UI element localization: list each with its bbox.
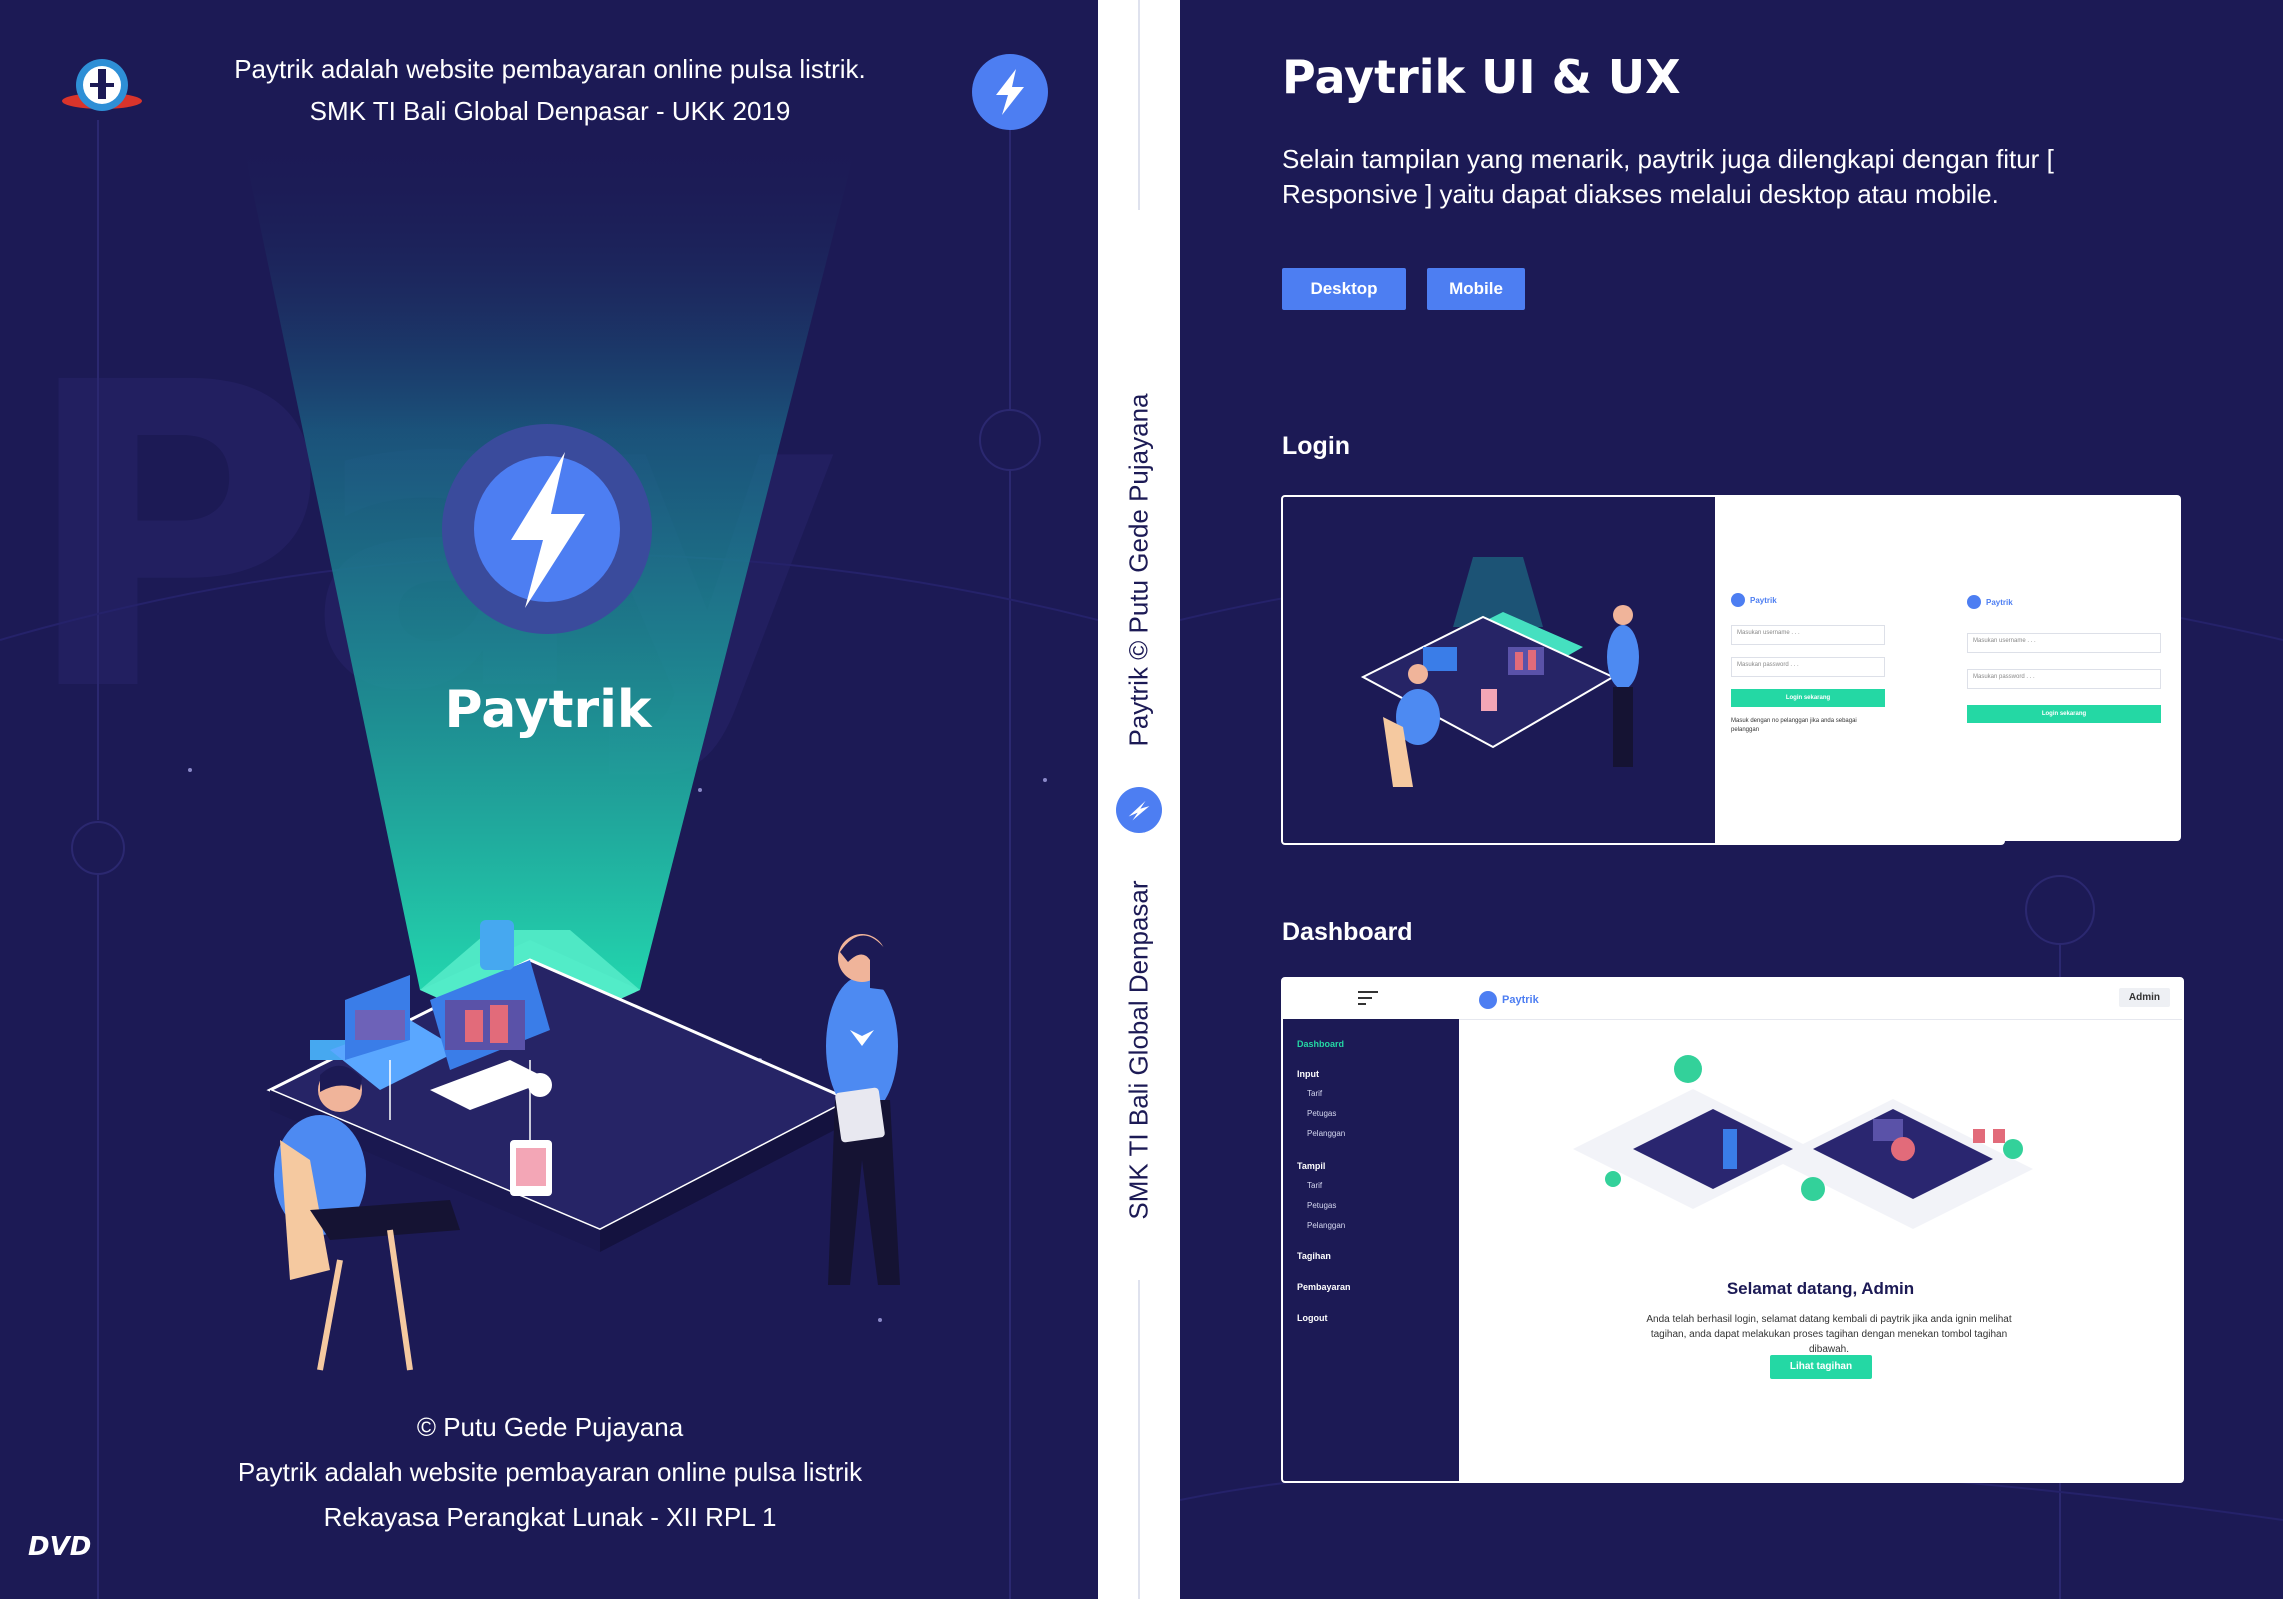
welcome-title: Selamat datang, Admin [1726, 1279, 1915, 1298]
sidebar-sub-tarif[interactable]: Tarif [1307, 1181, 1322, 1190]
mini-brand: Paytrik [1731, 593, 1885, 607]
mobile-button[interactable]: Mobile [1427, 268, 1525, 310]
bolt-icon [1116, 787, 1162, 833]
section-description: Selain tampilan yang menarik, paytrik ju… [1282, 144, 2054, 209]
sidebar-sub-tarif[interactable]: Tarif [1307, 1089, 1322, 1098]
hamburger-icon[interactable] [1358, 991, 1378, 1005]
sidebar-sub-petugas[interactable]: Petugas [1307, 1201, 1336, 1210]
front-cover: Pay Paytrik adalah website pembayaran on… [0, 0, 1098, 1599]
sidebar-item-tagihan[interactable]: Tagihan [1297, 1251, 1331, 1261]
workspace-illustration [266, 920, 900, 1371]
mini-brand-text: Paytrik [1986, 597, 2013, 607]
sidebar-item-input[interactable]: Input [1297, 1069, 1319, 1079]
brand-name: Paytrik [444, 680, 652, 740]
password-field[interactable]: Masukan password . . . [1731, 657, 1885, 677]
lihat-tagihan-button[interactable]: Lihat tagihan [1770, 1355, 1872, 1379]
login-button[interactable]: Login sekarang [1731, 689, 1885, 707]
back-cover: Paytrik UI & UX Selain tampilan yang men… [1180, 0, 2283, 1599]
desktop-button[interactable]: Desktop [1282, 268, 1406, 310]
login-heading: Login [1282, 432, 1351, 460]
spine-bottom-text: SMK TI Bali Global Denpasar [1123, 880, 1154, 1220]
dashboard-sidebar: Dashboard Input Tarif Petugas Pelanggan … [1283, 1019, 1459, 1481]
mini-brand: Paytrik [1967, 595, 2161, 609]
username-field[interactable]: Masukan username . . . [1967, 633, 2161, 653]
paytrik-logo [442, 424, 652, 634]
dashboard-illustration [1573, 1055, 2033, 1229]
spine: Paytrik © Putu Gede Pujayana SMK TI Bali… [1098, 0, 1180, 1599]
bolt-icon [1479, 991, 1497, 1009]
cover-department: Rekayasa Perangkat Lunak - XII RPL 1 [323, 1502, 777, 1532]
bolt-icon [1967, 595, 1981, 609]
welcome-description: Anda telah berhasil login, selamat datan… [1646, 1314, 2012, 1355]
sidebar-sub-petugas[interactable]: Petugas [1307, 1109, 1336, 1118]
dashboard-heading: Dashboard [1282, 918, 1413, 946]
cover-description: Paytrik adalah website pembayaran online… [237, 1457, 863, 1487]
dashboard-header: Paytrik Admin [1283, 979, 2182, 1020]
dvd-logo: DVD [28, 1532, 92, 1562]
login-desktop-preview: Paytrik Masukan username . . . Masukan p… [1281, 495, 2005, 845]
sidebar-item-logout[interactable]: Logout [1297, 1313, 1328, 1323]
sidebar-item-tampil[interactable]: Tampil [1297, 1161, 1325, 1171]
section-title: Paytrik UI & UX [1282, 50, 1681, 104]
login-illustration [1283, 497, 1715, 843]
mini-brand-text: Paytrik [1750, 595, 1777, 605]
login-button[interactable]: Login sekarang [1967, 705, 2161, 723]
password-field[interactable]: Masukan password . . . [1967, 669, 2161, 689]
dashboard-preview: Paytrik Admin Dashboard Input Tarif Petu… [1281, 977, 2184, 1483]
cover-author: © Putu Gede Pujayana [416, 1412, 684, 1442]
spine-divider [1138, 0, 1140, 210]
bolt-icon [1731, 593, 1745, 607]
username-field[interactable]: Masukan username . . . [1731, 625, 1885, 645]
bolt-icon [511, 452, 585, 608]
dashboard-brand: Paytrik [1479, 991, 1539, 1009]
cover-bottom-text: © Putu Gede Pujayana Paytrik adalah webs… [160, 1405, 940, 1540]
spine-divider [1138, 1280, 1140, 1599]
dashboard-brand-text: Paytrik [1502, 994, 1539, 1006]
spine-top-text: Paytrik © Putu Gede Pujayana [1123, 393, 1154, 747]
login-mobile-preview: Paytrik Masukan username . . . Masukan p… [1949, 495, 2181, 841]
sidebar-item-pembayaran[interactable]: Pembayaran [1297, 1282, 1351, 1292]
login-note: Masuk dengan no pelanggan jika anda seba… [1731, 718, 1857, 733]
sidebar-sub-pelanggan[interactable]: Pelanggan [1307, 1221, 1345, 1230]
sidebar-sub-pelanggan[interactable]: Pelanggan [1307, 1129, 1345, 1138]
admin-badge[interactable]: Admin [2118, 988, 2170, 1007]
sidebar-item-dashboard[interactable]: Dashboard [1297, 1039, 1344, 1049]
